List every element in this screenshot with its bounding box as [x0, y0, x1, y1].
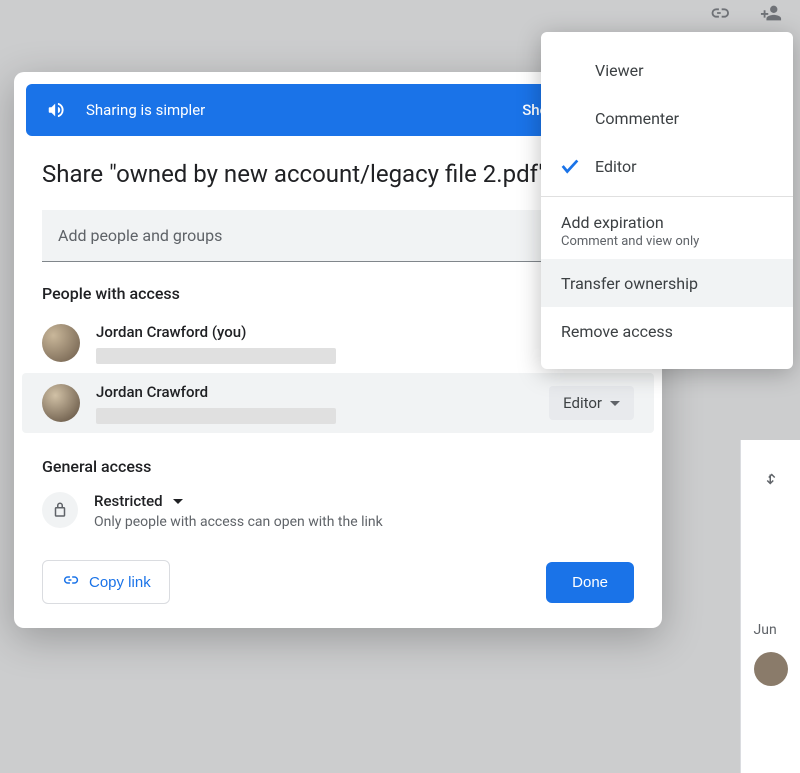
- general-access-mode: Restricted: [94, 492, 163, 510]
- person-add-icon: [760, 2, 782, 28]
- copy-link-label: Copy link: [89, 574, 151, 591]
- menu-item-viewer[interactable]: Viewer: [541, 46, 793, 94]
- copy-link-button[interactable]: Copy link: [42, 560, 170, 604]
- avatar: [42, 384, 80, 422]
- menu-item-remove-access[interactable]: Remove access: [541, 307, 793, 355]
- general-access-mode-button[interactable]: Restricted: [94, 492, 383, 510]
- megaphone-icon: [46, 99, 68, 121]
- bg-toolbar: [0, 0, 800, 30]
- done-button[interactable]: Done: [546, 562, 634, 603]
- check-icon: [559, 155, 581, 177]
- role-label: Editor: [563, 394, 602, 412]
- person-name: Jordan Crawford: [96, 383, 533, 403]
- avatar: [42, 324, 80, 362]
- menu-divider: [541, 196, 793, 197]
- chevron-down-icon: [610, 401, 620, 406]
- menu-item-add-expiration[interactable]: Add expiration Comment and view only: [541, 203, 793, 259]
- person-email-redacted: [96, 408, 336, 424]
- role-dropdown-button[interactable]: Editor: [549, 386, 634, 420]
- bg-date-chip: Jun: [754, 622, 788, 638]
- bg-mini-avatar: [754, 652, 788, 686]
- person-email-redacted: [96, 348, 336, 364]
- general-access-section: General access Restricted Only people wi…: [14, 457, 662, 530]
- link-icon: [708, 2, 730, 28]
- role-menu: Viewer Commenter Editor Add expiration C…: [541, 32, 793, 369]
- chevron-down-icon: [173, 499, 183, 504]
- menu-item-commenter[interactable]: Commenter: [541, 94, 793, 142]
- menu-item-transfer-ownership[interactable]: Transfer ownership: [541, 259, 793, 307]
- dialog-footer: Copy link Done: [14, 560, 662, 604]
- link-icon: [61, 571, 79, 593]
- swap-vert-icon: [762, 470, 780, 492]
- bg-right-column: Jun: [740, 440, 800, 773]
- add-people-placeholder: Add people and groups: [58, 226, 222, 245]
- person-row-editor[interactable]: Jordan Crawford Editor: [22, 373, 654, 433]
- lock-icon: [42, 492, 78, 528]
- general-access-label: General access: [14, 457, 662, 476]
- general-access-subtext: Only people with access can open with th…: [94, 514, 383, 530]
- menu-item-editor[interactable]: Editor: [541, 142, 793, 190]
- banner-message: Sharing is simpler: [86, 101, 205, 119]
